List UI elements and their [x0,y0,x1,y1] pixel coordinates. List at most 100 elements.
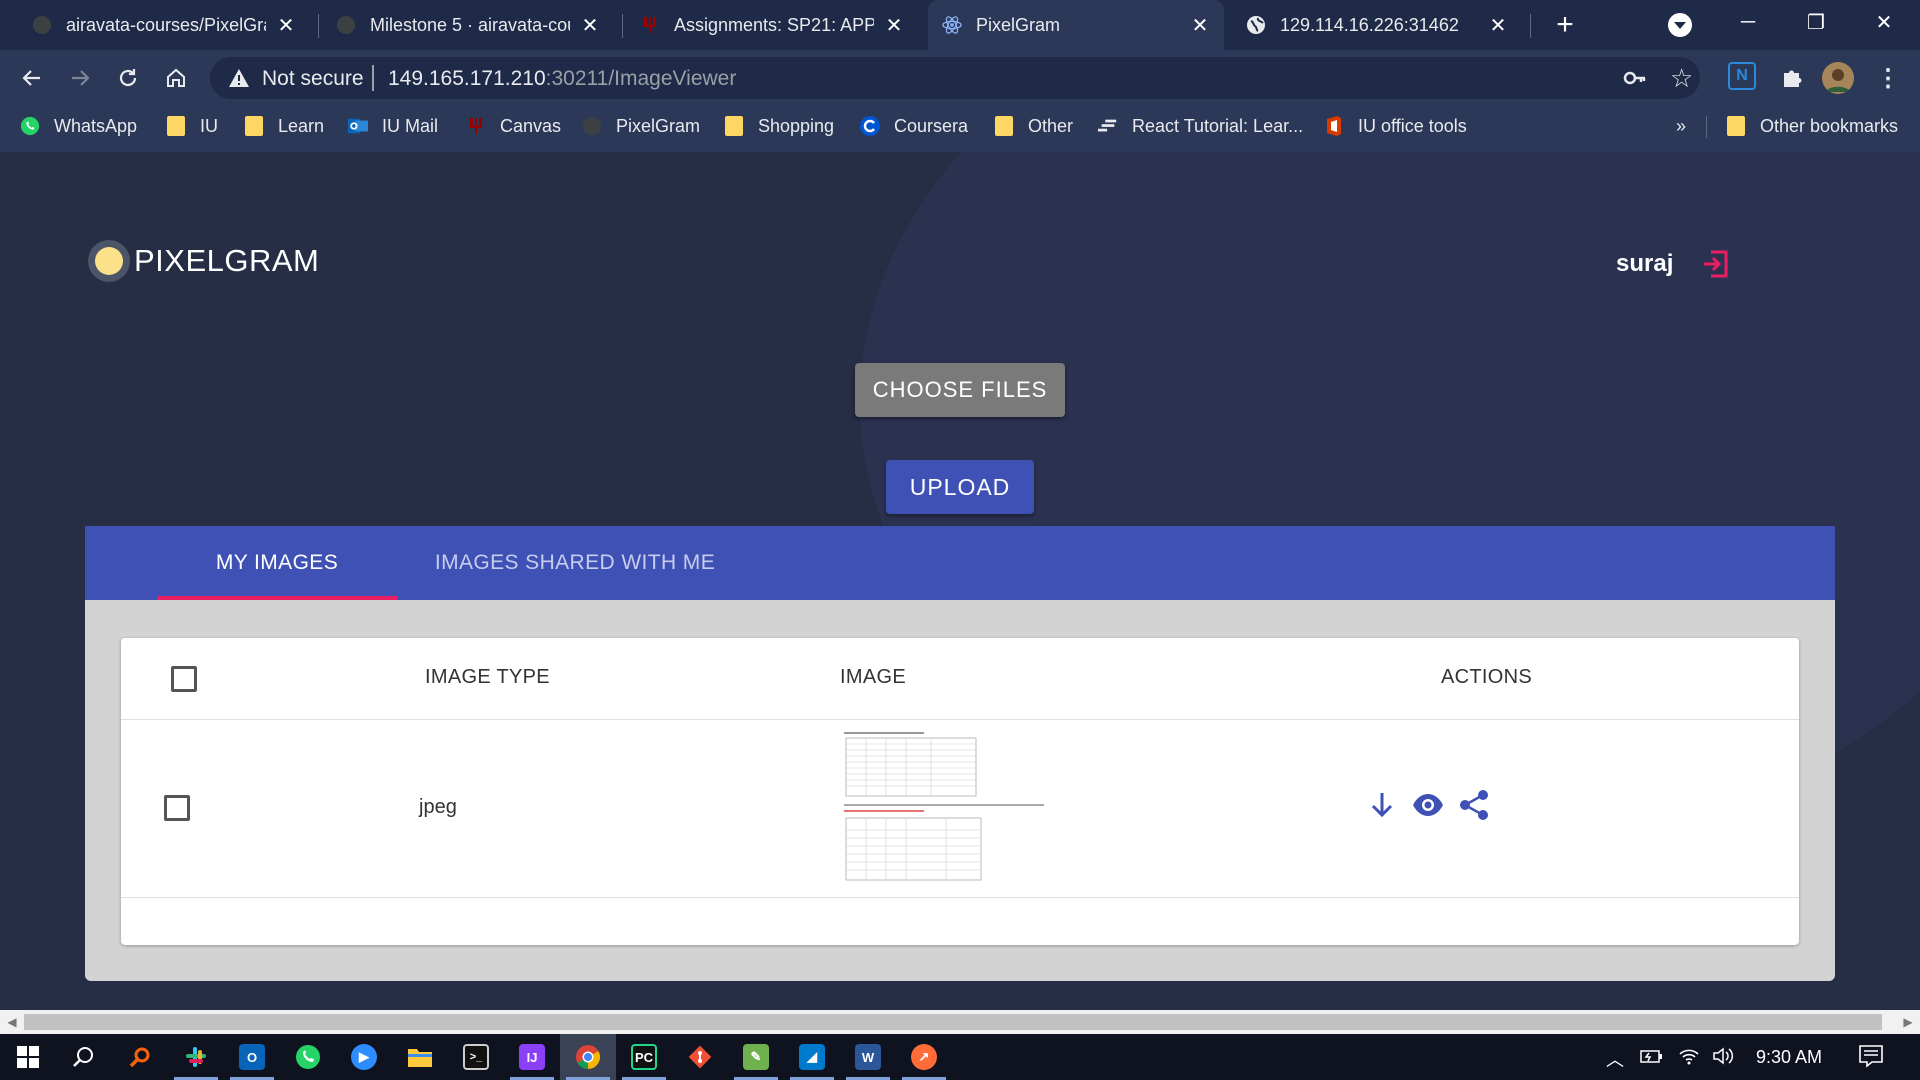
bookmark-label: Shopping [758,115,835,136]
horizontal-scrollbar[interactable]: ◀ ▶ [0,1010,1920,1034]
close-window-button[interactable]: ✕ [1854,0,1914,44]
browser-tab-github-repo[interactable]: airavata-courses/PixelGram ✕ [18,0,310,50]
volume-icon[interactable] [1712,1046,1736,1071]
zoom-icon[interactable]: ▶ [336,1034,392,1080]
view-icon[interactable] [1411,788,1445,822]
battery-icon[interactable] [1640,1046,1664,1071]
word-icon[interactable]: W [840,1034,896,1080]
tab-title: Assignments: SP21: APPLIED [674,14,874,35]
minimize-button[interactable]: ─ [1718,0,1778,44]
bookmark-label: React Tutorial: Lear... [1132,115,1304,136]
wifi-icon[interactable] [1678,1046,1700,1071]
slack-icon[interactable] [168,1034,224,1080]
bookmark-canvas[interactable]: Canvas [466,106,561,146]
react-tutorial-icon [1098,116,1118,136]
url-host: 149.165.171.210 [388,67,546,90]
bookmark-other[interactable]: Other [994,106,1073,146]
forward-icon[interactable] [62,60,98,96]
bookmark-shopping[interactable]: Shopping [724,106,834,146]
scroll-right-arrow-icon[interactable]: ▶ [1900,1014,1916,1030]
choose-files-button[interactable]: CHOOSE FILES [855,363,1065,417]
key-icon[interactable] [1623,67,1647,89]
browser-tab-milestone[interactable]: Milestone 5 · airavata-courses ✕ [322,0,614,50]
home-icon[interactable] [158,60,194,96]
terminal-icon[interactable]: >_ [448,1034,504,1080]
image-thumbnail[interactable] [836,726,1056,886]
back-icon[interactable] [14,60,50,96]
extension-n-icon[interactable]: N [1728,62,1756,90]
row-checkbox[interactable] [164,795,190,821]
share-icon[interactable] [1457,788,1491,822]
vscode-icon[interactable]: ◢ [784,1034,840,1080]
tab-images-shared-with-me[interactable]: IMAGES SHARED WITH ME [415,526,735,600]
select-all-checkbox[interactable] [171,666,197,692]
outlook-icon[interactable]: O [224,1034,280,1080]
search-icon[interactable] [56,1034,112,1080]
logo-icon [88,240,130,282]
coursera-icon [860,116,880,136]
address-divider [372,65,374,91]
url-text[interactable]: 149.165.171.210:30211/ImageViewer [388,67,736,91]
profile-avatar-icon[interactable] [1822,62,1854,94]
new-tab-button[interactable]: + [1548,8,1582,42]
bookmark-react-tutorial[interactable]: React Tutorial: Lear... [1098,106,1303,146]
column-header-image-type: IMAGE TYPE [425,666,550,688]
browser-tab-pixelgram[interactable]: PixelGram ✕ [928,0,1224,50]
notepad-icon[interactable]: ✎ [728,1034,784,1080]
outlook-icon [348,116,368,136]
folder-icon [244,116,264,136]
office-icon [1324,116,1344,136]
github-icon [336,15,356,35]
close-icon[interactable]: ✕ [1488,15,1508,37]
notifications-icon[interactable] [1858,1044,1884,1068]
whatsapp-icon[interactable] [280,1034,336,1080]
bookmark-learn[interactable]: Learn [244,106,324,146]
browser-tab-ip[interactable]: 129.114.16.226:31462 ✕ [1232,0,1522,50]
postman-icon[interactable]: ↗ [896,1034,952,1080]
chrome-icon[interactable] [560,1034,616,1080]
scrollbar-thumb[interactable] [24,1014,1882,1030]
bookmark-iu-mail[interactable]: IU Mail [348,106,438,146]
bookmark-label: IU [200,115,218,136]
taskbar-clock[interactable]: 9:30 AM [1756,1047,1822,1068]
column-header-image: IMAGE [840,666,906,688]
bookmark-whatsapp[interactable]: WhatsApp [20,106,137,146]
tab-search-button[interactable] [1668,13,1692,37]
download-icon[interactable] [1365,788,1399,822]
address-bar[interactable]: Not secure 149.165.171.210:30211/ImageVi… [210,57,1700,99]
bookmark-iu[interactable]: IU [166,106,218,146]
git-icon[interactable] [672,1034,728,1080]
bookmark-coursera[interactable]: Coursera [860,106,968,146]
restore-button[interactable]: ❐ [1786,0,1846,44]
scroll-left-arrow-icon[interactable]: ◀ [4,1014,20,1030]
bookmarks-divider [1706,116,1707,138]
show-hidden-icons-icon[interactable]: ︿ [1606,1046,1624,1072]
bookmark-iu-office-tools[interactable]: IU office tools [1324,106,1467,146]
browser-tab-assignments[interactable]: Assignments: SP21: APPLIED ✕ [626,0,918,50]
bookmark-label: Canvas [500,115,562,136]
close-icon[interactable]: ✕ [276,15,296,37]
reload-icon[interactable] [110,60,146,96]
file-explorer-icon[interactable] [392,1034,448,1080]
warning-icon[interactable] [228,67,250,89]
tab-my-images[interactable]: MY IMAGES [157,526,397,600]
bookmark-pixelgram[interactable]: PixelGram [582,106,700,146]
windows-start-icon[interactable] [0,1034,56,1080]
pycharm-icon[interactable]: PC [616,1034,672,1080]
close-icon[interactable]: ✕ [884,15,904,37]
logout-icon[interactable] [1700,248,1732,280]
close-icon[interactable]: ✕ [580,15,600,37]
close-icon[interactable]: ✕ [1190,15,1210,37]
bookmark-star-icon[interactable]: ☆ [1670,63,1693,94]
bookmark-other-bookmarks[interactable]: Other bookmarks [1726,106,1898,146]
upload-button[interactable]: UPLOAD [886,460,1034,514]
images-table: IMAGE TYPE IMAGE ACTIONS jpeg [121,638,1799,945]
browser-toolbar: Not secure 149.165.171.210:30211/ImageVi… [0,50,1920,106]
browser-menu-icon[interactable]: ⋮ [1872,62,1904,94]
everything-search-icon[interactable] [112,1034,168,1080]
intellij-icon[interactable]: IJ [504,1034,560,1080]
bookmarks-overflow-button[interactable]: » [1676,116,1686,137]
extensions-puzzle-icon[interactable] [1776,62,1808,94]
app-logo[interactable]: PIXELGRAM [88,240,319,282]
tab-title: airavata-courses/PixelGram [66,14,266,35]
